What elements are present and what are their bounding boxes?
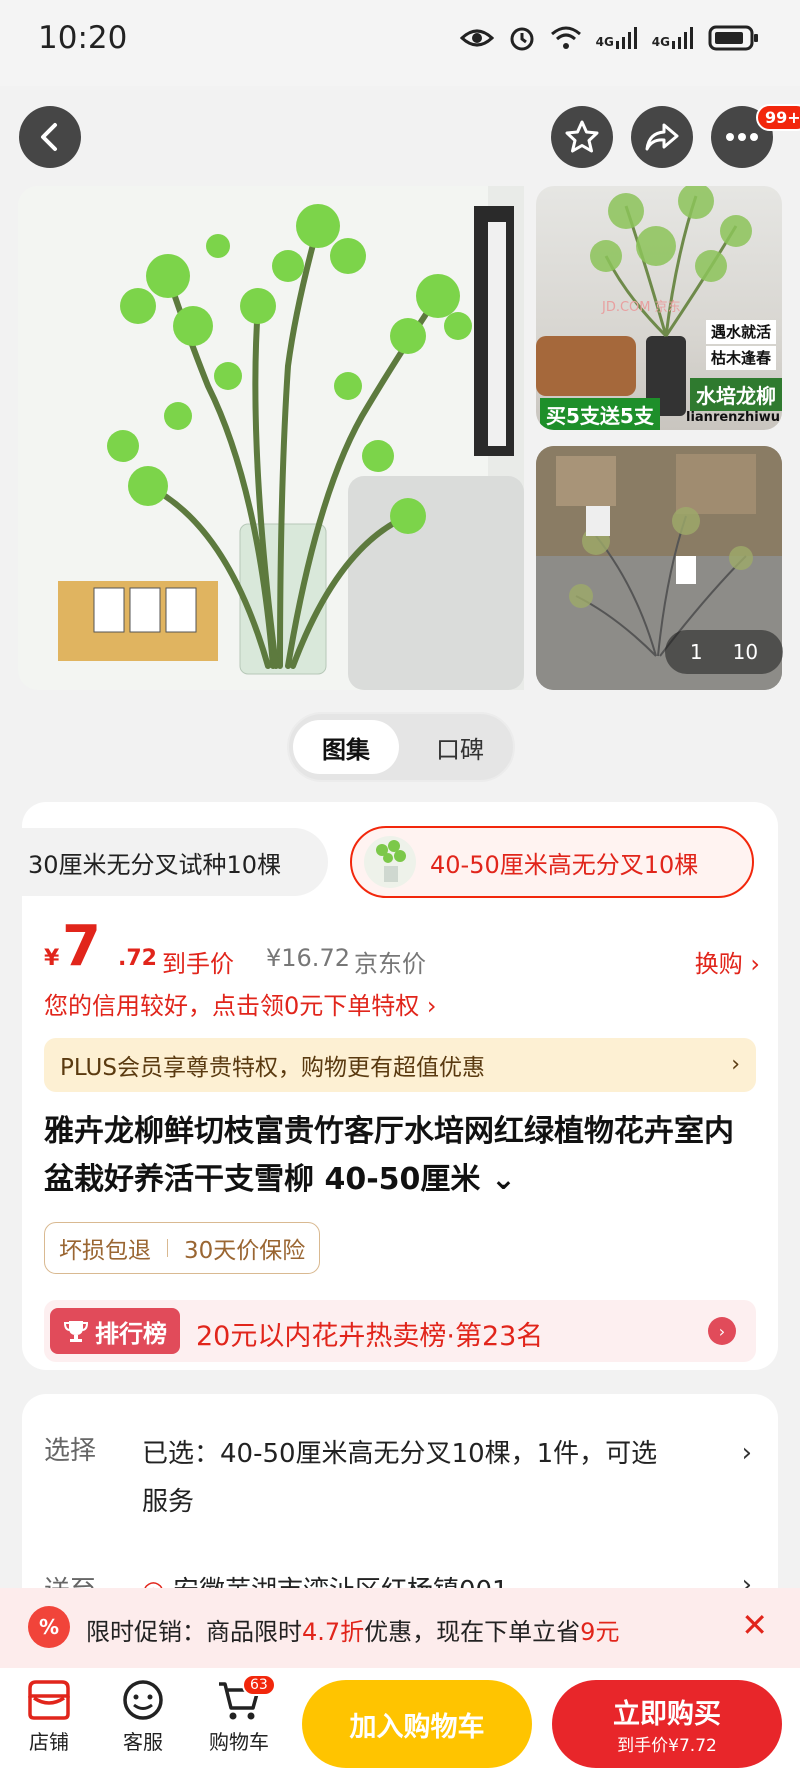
plant-thumb-icon (376, 840, 406, 882)
signal-2: 4G (652, 27, 694, 49)
favorite-button[interactable] (551, 106, 613, 168)
share-button[interactable] (631, 106, 693, 168)
buy-now-button[interactable]: 立即购买 到手价¥7.72 (552, 1680, 782, 1768)
original-price-label: 京东价 (354, 950, 426, 978)
chevron-right-icon: › (731, 1052, 740, 1077)
guarantee-damage: 坏损包退 (59, 1238, 151, 1264)
status-time: 10:20 (38, 20, 128, 56)
selection-text: 已选：40-50厘米高无分叉10棵，1件，可选服务 (142, 1439, 658, 1517)
swap-link[interactable]: 换购 › (695, 944, 760, 979)
signal-1: 4G (596, 27, 638, 49)
divider (167, 1239, 168, 1257)
original-price: ¥16.72 (266, 944, 350, 972)
price-integer: 7 (62, 914, 101, 979)
page-total: 10 (732, 640, 759, 664)
gallery-page-indicator: 1 10 (665, 630, 783, 674)
gallery-thumbnail-1[interactable]: JD.COM 京东 遇水就活 枯木逢春 水培龙柳 买5支送5支 lianrenz… (536, 186, 782, 430)
ranking-badge-label: 排行榜 (95, 1319, 167, 1348)
back-button[interactable] (19, 106, 81, 168)
buy-now-label: 立即购买 (613, 1699, 721, 1730)
battery-icon (708, 25, 758, 51)
selection-label: 选择 (44, 1436, 97, 1466)
thumb-tag-1: 遇水就活 (706, 320, 777, 345)
thumb-tag-2: 枯木逢春 (706, 346, 777, 371)
buy-now-price: 到手价¥7.72 (617, 1736, 717, 1756)
chevron-right-icon: › (741, 1438, 752, 1468)
bottom-action-bar: 店铺 客服 购物车 63 加入购物车 立即购买 到手价¥7.72 (0, 1668, 800, 1777)
eye-icon (459, 29, 494, 47)
price-label: 到手价 (162, 950, 234, 978)
promo-text: 限时促销：商品限时4.7折优惠，现在下单立省9元 (86, 1612, 619, 1647)
gallery-tabs: 图集 口碑 (287, 712, 515, 782)
share-icon (645, 123, 679, 151)
chevron-left-icon (41, 123, 57, 151)
guarantee-tags[interactable]: 坏损包退 30天价保险 (44, 1222, 321, 1274)
spec-option-a[interactable]: 30厘米无分叉试种10棵 (22, 828, 328, 896)
percent-icon: % (28, 1606, 70, 1648)
ranking-arrow-icon: › (708, 1317, 736, 1345)
thumb-promo-tag: 买5支送5支 (540, 398, 660, 430)
store-button[interactable]: 店铺 (4, 1678, 94, 1755)
service-button[interactable]: 客服 (98, 1678, 188, 1755)
promo-discount: 4.7折 (302, 1618, 365, 1646)
ranking-banner[interactable]: 排行榜 20元以内花卉热卖榜·第23名 › (44, 1300, 756, 1362)
cart-label: 购物车 (209, 1730, 269, 1754)
wifi-icon (550, 26, 581, 49)
cart-button[interactable]: 购物车 63 (194, 1674, 284, 1755)
tab-gallery[interactable]: 图集 (293, 720, 399, 774)
close-icon[interactable]: ✕ (741, 1606, 768, 1644)
guarantee-price-protect: 30天价保险 (184, 1238, 306, 1264)
main-product-image[interactable] (18, 186, 524, 690)
ranking-text: 20元以内花卉热卖榜·第23名 (196, 1321, 544, 1352)
spec-thumbnail (364, 836, 416, 888)
net-label-2: 4G (651, 35, 670, 49)
product-info-card: 30厘米无分叉试种10棵 40-50厘米高无分叉10棵 ¥ 7 .72 到手价 … (22, 802, 778, 1370)
ranking-badge: 排行榜 (50, 1308, 180, 1354)
status-icons: 4G 4G (459, 24, 760, 52)
customer-service-icon (123, 1680, 163, 1720)
store-label: 店铺 (29, 1730, 69, 1754)
product-title[interactable]: 雅卉龙柳鲜切枝富贵竹客厅水培网红绿植物花卉室内盆栽好养活干支雪柳 40-50厘米… (44, 1108, 760, 1204)
store-icon (28, 1680, 70, 1720)
promo-middle: 优惠，现在下单立省 (364, 1618, 581, 1646)
plus-banner-text: PLUS会员享尊贵特权，购物更有超值优惠 (60, 1055, 485, 1081)
credit-privilege-link[interactable]: 您的信用较好，点击领0元下单特权 › (44, 986, 437, 1021)
promo-prefix: 限时促销：商品限时 (86, 1618, 302, 1646)
spec-option-b[interactable]: 40-50厘米高无分叉10棵 (350, 826, 754, 898)
plus-member-banner[interactable]: PLUS会员享尊贵特权，购物更有超值优惠 › (44, 1038, 756, 1092)
add-to-cart-button[interactable]: 加入购物车 (302, 1680, 532, 1768)
promo-save: 9元 (580, 1618, 620, 1646)
message-badge: 99+ (756, 104, 800, 131)
status-bar: 10:20 4G 4G (0, 0, 800, 86)
tab-reviews[interactable]: 口碑 (407, 720, 513, 774)
thumb-watermark: JD.COM 京东 (602, 300, 681, 315)
plant-vase-illustration (18, 186, 524, 690)
more-dots-icon (726, 133, 758, 141)
price-decimal: .72 (118, 946, 157, 971)
signal-bars-icon (672, 27, 693, 49)
trophy-icon (63, 1321, 89, 1342)
price-currency: ¥ (44, 946, 60, 971)
star-icon (565, 120, 599, 153)
price-row: ¥ 7 .72 到手价 ¥16.72 京东价 换购 › (44, 914, 760, 984)
signal-bars-icon (615, 27, 637, 49)
spec-option-b-label: 40-50厘米高无分叉10棵 (430, 850, 699, 879)
cart-count-badge: 63 (242, 1674, 276, 1696)
service-label: 客服 (123, 1730, 163, 1754)
page-current: 1 (689, 640, 703, 664)
alarm-icon (510, 27, 534, 51)
promo-banner[interactable]: % 限时促销：商品限时4.7折优惠，现在下单立省9元 ✕ (0, 1588, 800, 1668)
thumb-tag-3: 水培龙柳 (690, 378, 782, 411)
thumb-caption: lianrenzhiwu (686, 410, 780, 425)
net-label-1: 4G (595, 35, 614, 49)
